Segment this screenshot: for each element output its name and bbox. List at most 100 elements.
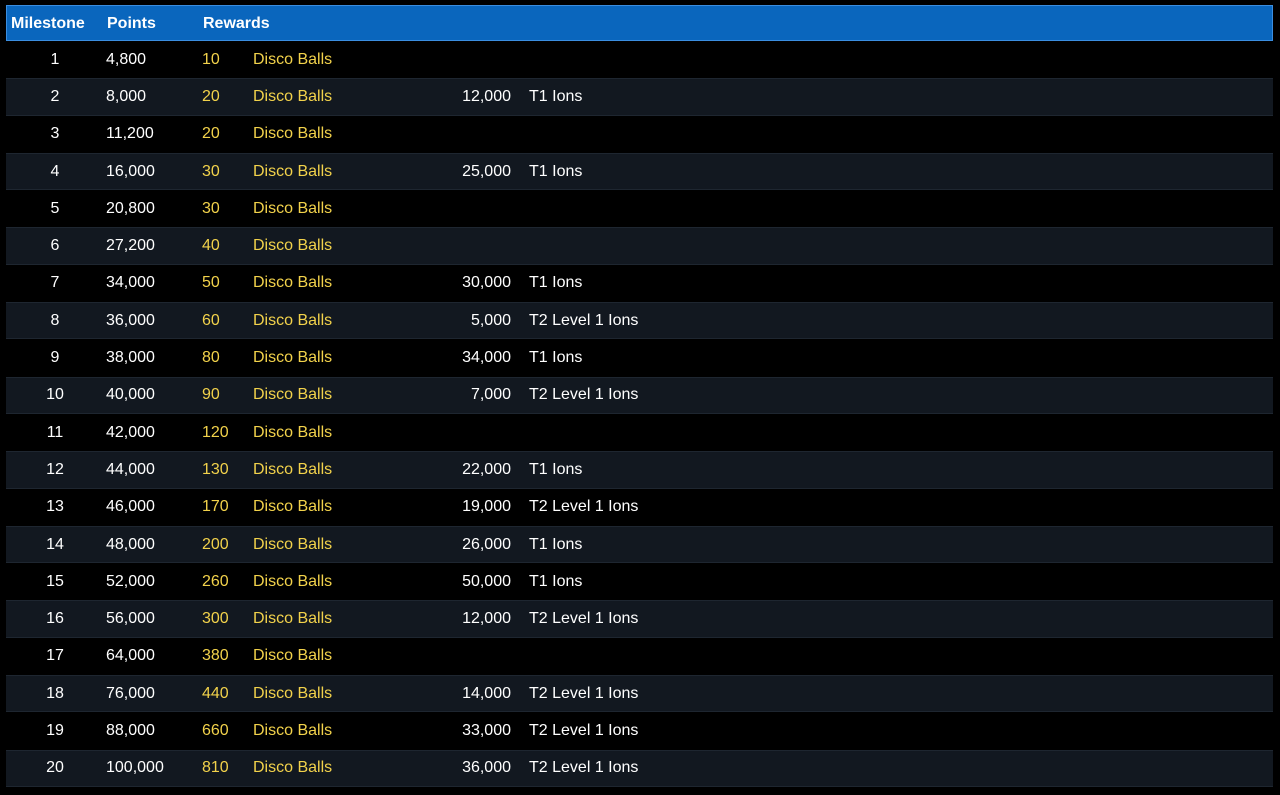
- table-row: 3 11,200 20 Disco Balls: [6, 116, 1273, 153]
- table-row: 8 36,000 60 Disco Balls 5,000 T2 Level 1 Ions: [6, 302, 1273, 340]
- points-cell: 11,200: [106, 125, 154, 143]
- table-row: 20 100,000 810 Disco Balls 36,000 T2 Level 1 …: [6, 749, 1273, 787]
- extra-reward-item-cell: T2 Level 1 Ions: [529, 759, 639, 777]
- table-row: 17 64,000 380 Disco Balls: [6, 638, 1273, 675]
- extra-reward-item-cell: T2 Level 1 Ions: [529, 721, 639, 739]
- extra-reward-item-cell: T2 Level 1 Ions: [529, 610, 639, 628]
- extra-reward-quantity-cell: 30,000: [462, 274, 511, 292]
- table-row: 9 38,000 80 Disco Balls 34,000 T1 Ions: [6, 339, 1273, 376]
- reward-quantity-cell: 120: [202, 423, 229, 441]
- milestone-cell: 3: [50, 125, 60, 143]
- milestone-cell: 8: [50, 311, 60, 329]
- table-row: 1 4,800 10 Disco Balls: [6, 41, 1273, 78]
- reward-item-cell: Disco Balls: [253, 199, 333, 217]
- extra-reward-item-cell: T1 Ions: [529, 460, 583, 478]
- reward-quantity-cell: 60: [202, 311, 220, 329]
- table-row: 19 88,000 660 Disco Balls 33,000 T2 Level 1 I…: [6, 712, 1273, 749]
- table-row: 14 48,000 200 Disco Balls 26,000 T1 Ions: [6, 525, 1273, 564]
- header-points: Points: [107, 15, 156, 32]
- extra-reward-quantity-cell: 22,000: [462, 460, 511, 478]
- table-row: 12 44,000 130 Disco Balls 22,000 T1 Ions: [6, 451, 1273, 489]
- milestone-cell: 17: [46, 647, 64, 665]
- points-cell: 16,000: [106, 162, 155, 180]
- milestone-cell: 15: [46, 572, 64, 590]
- extra-reward-item-cell: T2 Level 1 Ions: [529, 498, 639, 516]
- reward-item-cell: Disco Balls: [253, 311, 333, 329]
- table-header: Milestone Points Rewards: [6, 5, 1273, 41]
- reward-item-cell: Disco Balls: [253, 237, 333, 255]
- points-cell: 42,000: [106, 423, 155, 441]
- extra-reward-item-cell: T1 Ions: [529, 349, 583, 367]
- extra-reward-quantity-cell: 19,000: [462, 498, 511, 516]
- extra-reward-item-cell: T1 Ions: [529, 572, 583, 590]
- reward-quantity-cell: 170: [202, 498, 229, 516]
- reward-item-cell: Disco Balls: [253, 125, 333, 143]
- reward-item-cell: Disco Balls: [253, 647, 333, 665]
- points-cell: 64,000: [106, 647, 155, 665]
- reward-quantity-cell: 200: [202, 535, 229, 553]
- reward-quantity-cell: 810: [202, 759, 229, 777]
- milestone-cell: 5: [50, 199, 60, 217]
- reward-quantity-cell: 20: [202, 125, 220, 143]
- table-row: 6 27,200 40 Disco Balls: [6, 227, 1273, 265]
- milestone-cell: 14: [46, 535, 64, 553]
- milestone-cell: 18: [46, 684, 64, 702]
- extra-reward-quantity-cell: 50,000: [462, 572, 511, 590]
- points-cell: 52,000: [106, 572, 155, 590]
- milestone-cell: 7: [50, 274, 60, 292]
- milestone-cell: 1: [50, 50, 60, 68]
- milestone-cell: 9: [50, 349, 60, 367]
- reward-quantity-cell: 80: [202, 349, 220, 367]
- milestone-cell: 10: [46, 386, 64, 404]
- reward-quantity-cell: 10: [202, 50, 220, 68]
- points-cell: 38,000: [106, 349, 155, 367]
- table-row: 10 40,000 90 Disco Balls 7,000 T2 Level 1 Ion…: [6, 376, 1273, 414]
- reward-item-cell: Disco Balls: [253, 162, 333, 180]
- reward-quantity-cell: 660: [202, 721, 229, 739]
- reward-item-cell: Disco Balls: [253, 460, 333, 478]
- header-milestone: Milestone: [11, 15, 85, 32]
- reward-quantity-cell: 300: [202, 610, 229, 628]
- reward-item-cell: Disco Balls: [253, 50, 333, 68]
- table-row: 18 76,000 440 Disco Balls 14,000 T2 Level 1 I…: [6, 675, 1273, 713]
- reward-quantity-cell: 50: [202, 274, 220, 292]
- reward-quantity-cell: 380: [202, 647, 229, 665]
- reward-quantity-cell: 20: [202, 87, 220, 105]
- header-rewards: Rewards: [203, 15, 270, 32]
- table-row: 11 42,000 120 Disco Balls: [6, 414, 1273, 451]
- reward-item-cell: Disco Balls: [253, 274, 333, 292]
- points-cell: 100,000: [106, 759, 164, 777]
- reward-item-cell: Disco Balls: [253, 386, 333, 404]
- milestone-cell: 12: [46, 460, 64, 478]
- reward-item-cell: Disco Balls: [253, 535, 333, 553]
- milestone-cell: 6: [50, 237, 60, 255]
- reward-quantity-cell: 90: [202, 386, 220, 404]
- extra-reward-quantity-cell: 34,000: [462, 349, 511, 367]
- extra-reward-quantity-cell: 36,000: [462, 759, 511, 777]
- milestone-cell: 11: [46, 423, 64, 441]
- points-cell: 46,000: [106, 498, 155, 516]
- reward-item-cell: Disco Balls: [253, 572, 333, 590]
- points-cell: 56,000: [106, 610, 155, 628]
- extra-reward-quantity-cell: 26,000: [462, 535, 511, 553]
- reward-item-cell: Disco Balls: [253, 423, 333, 441]
- extra-reward-item-cell: T1 Ions: [529, 274, 583, 292]
- extra-reward-quantity-cell: 25,000: [462, 162, 511, 180]
- extra-reward-quantity-cell: 7,000: [470, 386, 511, 404]
- milestone-rewards-table: Milestone Points Rewards 1 4,800 10 Disco B…: [6, 5, 1273, 787]
- reward-quantity-cell: 30: [202, 199, 220, 217]
- milestone-cell: 16: [46, 610, 64, 628]
- points-cell: 27,200: [106, 237, 155, 255]
- points-cell: 4,800: [106, 50, 147, 68]
- table-body: 1 4,800 10 Disco Balls 2 8,000 20 Disco Balls 12…: [6, 41, 1273, 787]
- milestone-cell: 20: [46, 759, 64, 777]
- reward-item-cell: Disco Balls: [253, 684, 333, 702]
- points-cell: 20,800: [106, 199, 155, 217]
- extra-reward-quantity-cell: 14,000: [462, 684, 511, 702]
- extra-reward-item-cell: T2 Level 1 Ions: [529, 386, 639, 404]
- extra-reward-quantity-cell: 12,000: [462, 610, 511, 628]
- extra-reward-item-cell: T1 Ions: [529, 535, 583, 553]
- points-cell: 40,000: [106, 386, 155, 404]
- points-cell: 34,000: [106, 274, 155, 292]
- table-row: 7 34,000 50 Disco Balls 30,000 T1 Ions: [6, 265, 1273, 302]
